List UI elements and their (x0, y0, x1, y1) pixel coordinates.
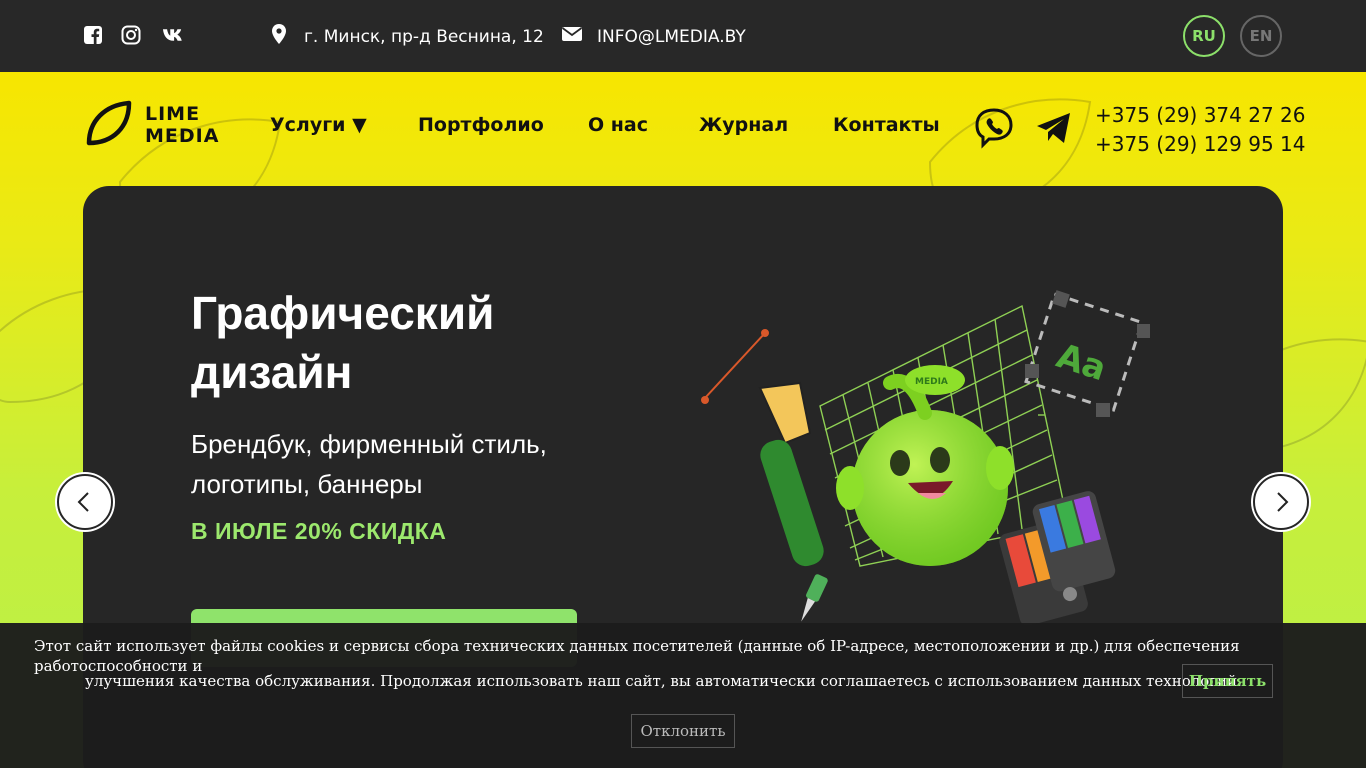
email-link[interactable]: INFO@LMEDIA.BY (597, 27, 746, 47)
phone-numbers: +375 (29) 374 27 26 +375 (29) 129 95 14 (1095, 101, 1306, 159)
vk-icon[interactable] (161, 24, 187, 46)
lime-media-logo[interactable]: LIME MEDIA (83, 99, 219, 151)
lime-badge-text: MEDIA (915, 377, 948, 387)
top-bar: г. Минск, пр-д Веснина, 12 INFO@LMEDIA.B… (0, 0, 1366, 72)
telegram-icon[interactable] (1035, 110, 1073, 146)
nav-portfolio[interactable]: Портфолио (418, 114, 544, 136)
hero-title: Графический дизайн (191, 287, 495, 398)
hero-promo: В ИЮЛЕ 20% СКИДКА (191, 518, 447, 544)
lime-leaf-logo-icon (86, 100, 132, 146)
lang-ru-button[interactable]: RU (1183, 15, 1225, 57)
slider-next-button[interactable] (1253, 474, 1309, 530)
cookie-accept-button[interactable]: Принять (1182, 664, 1273, 698)
lang-en-button[interactable]: EN (1240, 15, 1282, 57)
instagram-icon[interactable] (120, 24, 142, 46)
nav-journal[interactable]: Журнал (699, 114, 788, 136)
nav-about[interactable]: О нас (588, 114, 648, 136)
slider-prev-button[interactable] (57, 474, 113, 530)
email-block[interactable]: INFO@LMEDIA.BY (561, 23, 746, 50)
logo-text: LIME MEDIA (145, 103, 220, 147)
facebook-icon[interactable] (82, 24, 104, 46)
chevron-left-icon (77, 492, 89, 512)
viber-icon[interactable] (974, 107, 1014, 149)
nav-services[interactable]: Услуги ▼ (270, 114, 367, 136)
cookie-text-line2: улучшения качества обслуживания. Продолж… (85, 672, 1242, 690)
address-text: г. Минск, пр-д Веснина, 12 (304, 26, 544, 47)
phone-2[interactable]: +375 (29) 129 95 14 (1095, 130, 1306, 159)
chevron-right-icon (1277, 492, 1289, 512)
graphic-design-illustration: Aa MEDIA (701, 290, 1150, 626)
cookie-decline-button[interactable]: Отклонить (631, 714, 735, 748)
aa-glyph: Aa (1052, 336, 1111, 389)
address-block: г. Минск, пр-д Веснина, 12 (268, 23, 544, 50)
map-pin-icon (268, 23, 290, 50)
nav-contacts[interactable]: Контакты (833, 114, 940, 136)
hero-subtitle: Брендбук, фирменный стиль, логотипы, бан… (191, 429, 547, 499)
cookie-text-line1: Этот сайт использует файлы cookies и сер… (34, 637, 1240, 675)
envelope-icon (561, 23, 583, 50)
cookie-banner: Этот сайт использует файлы cookies и сер… (0, 623, 1366, 768)
phone-1[interactable]: +375 (29) 374 27 26 (1095, 101, 1306, 130)
